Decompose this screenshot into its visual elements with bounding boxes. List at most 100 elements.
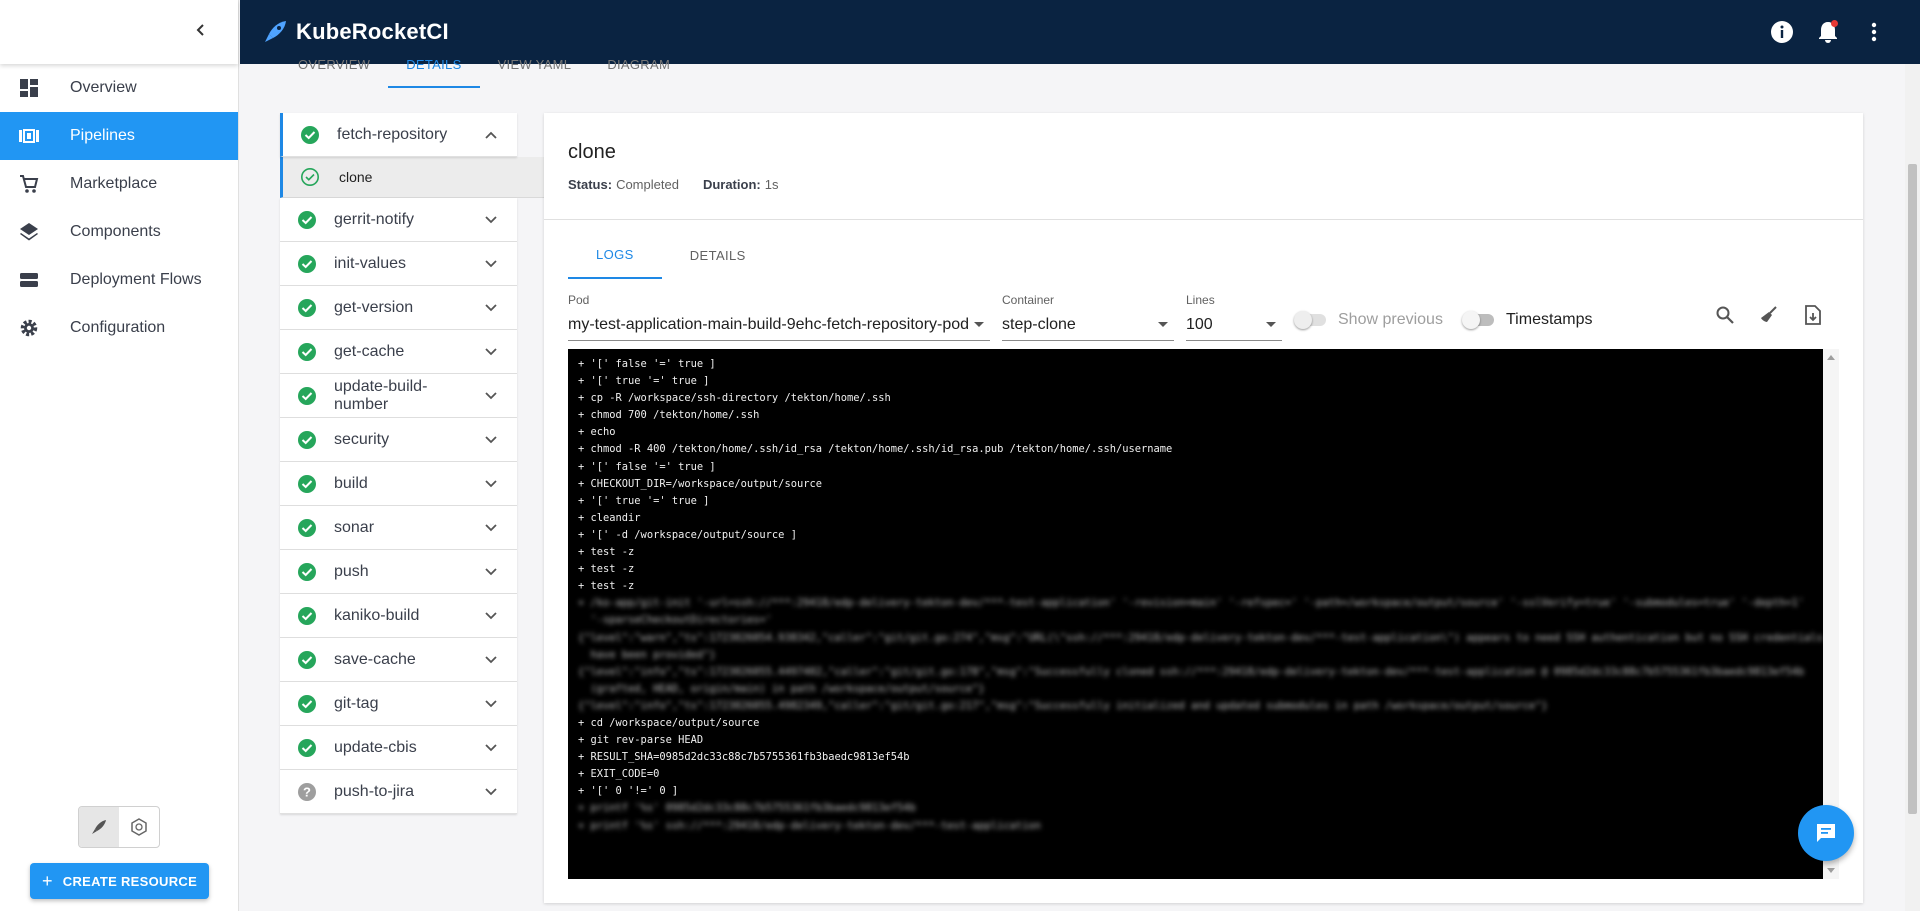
- scroll-up-arrow[interactable]: [1827, 355, 1835, 360]
- chevron-down-icon[interactable]: [479, 252, 503, 276]
- log-line: + '[' true '=' true ]: [578, 494, 710, 507]
- chevron-down-icon[interactable]: [479, 516, 503, 540]
- sidebar-item-configuration[interactable]: Configuration: [0, 304, 238, 352]
- task-item-init-values[interactable]: init-values: [280, 242, 517, 286]
- duration-value: 1s: [764, 177, 779, 192]
- show-previous-toggle[interactable]: Show previous: [1294, 311, 1443, 329]
- dropdown-arrow-icon: [974, 322, 984, 327]
- task-item-save-cache[interactable]: save-cache: [280, 638, 517, 682]
- chevron-down-icon[interactable]: [479, 208, 503, 232]
- kubernetes-mode-icon[interactable]: [119, 807, 159, 847]
- task-item-get-cache[interactable]: get-cache: [280, 330, 517, 374]
- tab-details[interactable]: DETAILS: [388, 54, 480, 88]
- chevron-down-icon[interactable]: [479, 384, 503, 408]
- success-check-icon: [298, 650, 316, 669]
- step-label: clone: [339, 169, 373, 185]
- layers-icon: [18, 221, 40, 243]
- page-scrollbar-thumb[interactable]: [1908, 164, 1917, 814]
- task-item-push[interactable]: push: [280, 550, 517, 594]
- success-check-icon: [298, 298, 316, 317]
- task-item-sonar[interactable]: sonar: [280, 506, 517, 550]
- success-check-icon: [298, 694, 316, 713]
- download-icon[interactable]: [1801, 303, 1825, 327]
- pod-select[interactable]: my-test-application-main-build-9ehc-fetc…: [568, 309, 990, 341]
- tab-view-yaml[interactable]: VIEW YAML: [480, 54, 590, 88]
- log-viewer[interactable]: + '[' false '=' true ] + '[' true '=' tru…: [568, 349, 1823, 879]
- tab-logs[interactable]: LOGS: [568, 231, 662, 279]
- log-scrollbar[interactable]: [1823, 349, 1839, 879]
- help-icon: ?: [298, 782, 316, 801]
- notifications-icon[interactable]: [1812, 16, 1844, 48]
- log-line: + RESULT_SHA=0985d2dc33c88c7b5755361fb3b…: [578, 751, 910, 764]
- step-item-clone[interactable]: clone: [280, 157, 545, 198]
- success-check-icon: [301, 125, 319, 144]
- log-line: + cleandir: [578, 511, 641, 524]
- task-item-fetch-repository[interactable]: fetch-repository: [280, 113, 517, 157]
- rocket-mode-icon[interactable]: [79, 807, 119, 847]
- scroll-down-arrow[interactable]: [1827, 868, 1835, 873]
- sidebar-item-label: Components: [70, 223, 161, 240]
- blurred-log-line: {"level":"warn","ts":1723026054.938342,"…: [578, 631, 1823, 644]
- pipeline-run-tabs: OVERVIEW DETAILS VIEW YAML DIAGRAM: [280, 54, 688, 88]
- task-label: update-cbis: [334, 738, 417, 756]
- search-icon[interactable]: [1713, 303, 1737, 327]
- chevron-down-icon[interactable]: [479, 472, 503, 496]
- sidebar-item-marketplace[interactable]: Marketplace: [0, 160, 238, 208]
- log-line: + git rev-parse HEAD: [578, 734, 704, 747]
- log-toolbar: [1693, 303, 1825, 327]
- lines-select[interactable]: 100: [1186, 309, 1282, 341]
- task-item-gerrit-notify[interactable]: gerrit-notify: [280, 198, 517, 242]
- success-check-icon: [298, 254, 316, 273]
- step-meta: Status: Completed Duration: 1s: [568, 177, 802, 192]
- container-value: step-clone: [1002, 315, 1076, 333]
- page-scrollbar[interactable]: [1905, 64, 1920, 911]
- pipelines-icon: [18, 125, 40, 147]
- sidebar-header: [0, 0, 238, 64]
- chat-button[interactable]: [1798, 805, 1854, 861]
- task-item-security[interactable]: security: [280, 418, 517, 462]
- clear-logs-icon[interactable]: [1757, 303, 1781, 327]
- sidebar-nav: Overview Pipelines Marketplace Component…: [0, 64, 238, 352]
- timestamps-toggle[interactable]: Timestamps: [1462, 311, 1593, 329]
- show-previous-label: Show previous: [1338, 311, 1443, 328]
- info-icon[interactable]: [1766, 16, 1798, 48]
- more-menu-icon[interactable]: [1858, 16, 1890, 48]
- task-item-update-cbis[interactable]: update-cbis: [280, 726, 517, 770]
- task-item-kaniko-build[interactable]: kaniko-build: [280, 594, 517, 638]
- task-item-update-build-number[interactable]: update-build-number: [280, 374, 517, 418]
- chevron-down-icon[interactable]: [479, 780, 503, 804]
- dropdown-arrow-icon: [1266, 322, 1276, 327]
- sidebar-item-pipelines[interactable]: Pipelines: [0, 112, 238, 160]
- chevron-down-icon[interactable]: [479, 736, 503, 760]
- mode-toggle: [78, 806, 160, 848]
- tab-diagram[interactable]: DIAGRAM: [589, 54, 688, 88]
- task-label: save-cache: [334, 650, 416, 668]
- task-item-git-tag[interactable]: git-tag: [280, 682, 517, 726]
- success-check-icon: [298, 474, 316, 493]
- chevron-down-icon[interactable]: [479, 692, 503, 716]
- log-line: + CHECKOUT_DIR=/workspace/output/source: [578, 477, 822, 490]
- collapse-sidebar-icon[interactable]: [194, 23, 208, 42]
- sidebar-item-deployment-flows[interactable]: Deployment Flows: [0, 256, 238, 304]
- log-line: + '[' 0 '!=' 0 ]: [578, 785, 679, 798]
- chevron-down-icon[interactable]: [479, 604, 503, 628]
- create-resource-button[interactable]: + CREATE RESOURCE: [30, 863, 209, 899]
- task-item-push-to-jira[interactable]: ? push-to-jira: [280, 770, 517, 814]
- sidebar-item-components[interactable]: Components: [0, 208, 238, 256]
- tab-overview[interactable]: OVERVIEW: [280, 54, 388, 88]
- chevron-down-icon[interactable]: [479, 428, 503, 452]
- sidebar-item-overview[interactable]: Overview: [0, 64, 238, 112]
- tab-step-details[interactable]: DETAILS: [662, 231, 774, 279]
- chevron-down-icon[interactable]: [479, 648, 503, 672]
- success-check-icon: [298, 430, 316, 449]
- task-item-get-version[interactable]: get-version: [280, 286, 517, 330]
- chevron-down-icon[interactable]: [479, 340, 503, 364]
- chevron-up-icon[interactable]: [479, 123, 503, 147]
- plus-icon: +: [41, 870, 53, 891]
- container-select[interactable]: step-clone: [1002, 309, 1174, 341]
- chevron-down-icon[interactable]: [479, 296, 503, 320]
- chevron-down-icon[interactable]: [479, 560, 503, 584]
- log-line: + test -z: [578, 546, 635, 559]
- app-logo[interactable]: KubeRocketCI: [262, 19, 449, 45]
- task-item-build[interactable]: build: [280, 462, 517, 506]
